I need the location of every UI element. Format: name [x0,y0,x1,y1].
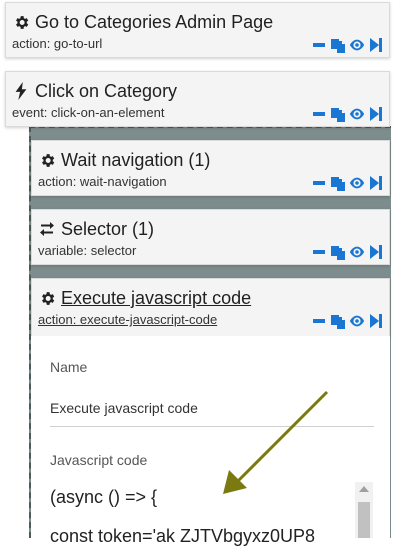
step-actions [311,175,384,191]
name-input[interactable]: Execute javascript code [50,400,198,416]
step-card-execute-javascript[interactable]: Execute javascript code action: execute-… [31,278,390,338]
scroll-up-arrow-icon[interactable] [359,486,369,492]
step-subtitle: action: execute-javascript-code [38,312,218,327]
minus-icon[interactable] [311,313,327,329]
skip-icon[interactable] [368,313,384,329]
code-label: Javascript code [50,452,148,468]
step-title: Wait navigation (1) [61,150,211,170]
minus-icon[interactable] [311,106,327,122]
step-actions [311,106,384,122]
name-label: Name [50,359,88,375]
gear-icon [38,289,56,307]
eye-icon[interactable] [349,106,365,122]
swap-arrows-icon [38,220,56,238]
step-actions [311,37,384,53]
skip-icon[interactable] [368,106,384,122]
step-subtitle: variable: selector [38,243,137,258]
annotation-arrow-icon [223,390,329,494]
copy-icon[interactable] [330,244,346,260]
step-subtitle: action: go-to-url [12,36,103,51]
scroll-thumb[interactable] [358,502,370,538]
step-title: Go to Categories Admin Page [35,12,274,32]
skip-icon[interactable] [368,244,384,260]
eye-icon[interactable] [349,313,365,329]
eye-icon[interactable] [349,244,365,260]
step-title: Selector (1) [61,219,155,239]
skip-icon[interactable] [368,37,384,53]
step-actions [311,313,384,329]
minus-icon[interactable] [311,175,327,191]
gear-icon [38,151,56,169]
minus-icon[interactable] [311,244,327,260]
step-actions [311,244,384,260]
code-line[interactable]: (async () => { [50,487,157,508]
step-card-wait-navigation[interactable]: Wait navigation (1) action: wait-navigat… [31,140,390,196]
step-card-click-on-category[interactable]: Click on Category event: click-on-an-ele… [5,71,390,127]
step-title: Execute javascript code [61,288,252,308]
copy-icon[interactable] [330,37,346,53]
code-scrollbar[interactable] [355,482,373,538]
copy-icon[interactable] [330,106,346,122]
step-card-selector[interactable]: Selector (1) variable: selector [31,209,390,265]
copy-icon[interactable] [330,313,346,329]
step-subtitle: event: click-on-an-element [12,105,165,120]
eye-icon[interactable] [349,175,365,191]
eye-icon[interactable] [349,37,365,53]
step-title: Click on Category [35,81,178,101]
step-subtitle: action: wait-navigation [38,174,167,189]
gear-icon [12,13,30,31]
minus-icon[interactable] [311,37,327,53]
skip-icon[interactable] [368,175,384,191]
code-line[interactable]: const token='ak ZJTVbgyxz0UP8 [50,526,315,547]
step-card-go-to-url[interactable]: Go to Categories Admin Page action: go-t… [5,2,390,58]
lightning-icon [12,82,30,100]
copy-icon[interactable] [330,175,346,191]
